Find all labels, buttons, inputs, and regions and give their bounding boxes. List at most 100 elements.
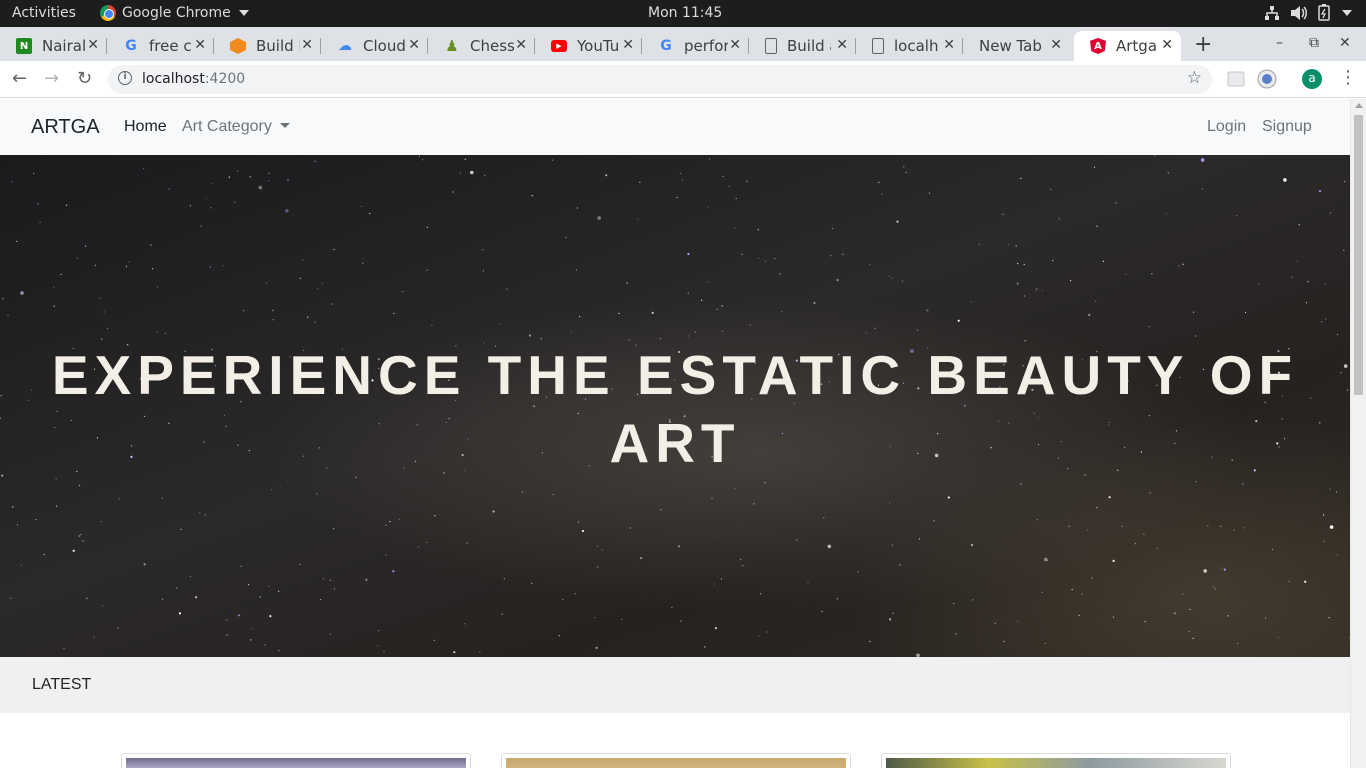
star	[316, 288, 319, 290]
star	[199, 512, 201, 514]
star	[272, 309, 274, 311]
nav-signup-link[interactable]: Signup	[1262, 118, 1312, 136]
star	[1213, 586, 1215, 588]
browser-tab[interactable]: ♟ Chess ✕	[428, 31, 535, 61]
reload-icon[interactable]: ↻	[77, 68, 92, 89]
address-bar[interactable]: i localhost:4200 ☆	[108, 65, 1212, 94]
star	[707, 281, 709, 283]
browser-tab[interactable]: ☁ Cloud ✕	[321, 31, 428, 61]
close-tab-icon[interactable]: ✕	[87, 37, 99, 53]
browser-tab[interactable]: N Nairal ✕	[0, 31, 107, 61]
star	[33, 172, 35, 175]
close-tab-icon[interactable]: ✕	[515, 37, 527, 53]
star	[1200, 158, 1205, 162]
browser-tab[interactable]: Build a ✕	[749, 31, 856, 61]
tab-title: Chess	[470, 37, 514, 55]
site-info-icon[interactable]: i	[118, 71, 132, 85]
star	[80, 534, 82, 536]
star	[757, 229, 759, 231]
browser-tab[interactable]: A Artga ✕	[1074, 31, 1181, 61]
star	[1195, 335, 1197, 337]
browser-tab[interactable]: Gperfor ✕	[642, 31, 749, 61]
star	[56, 505, 58, 507]
close-tab-icon[interactable]: ✕	[622, 37, 634, 53]
star	[1227, 615, 1229, 617]
site-brand[interactable]: ARTGA	[31, 116, 100, 139]
close-tab-icon[interactable]: ✕	[194, 37, 206, 53]
star	[484, 174, 486, 177]
star	[892, 612, 894, 614]
art-card[interactable]	[881, 753, 1231, 768]
star	[827, 544, 832, 549]
star	[1020, 177, 1022, 179]
chrome-icon	[100, 5, 116, 21]
browser-tab[interactable]: localh ✕	[856, 31, 963, 61]
restore-icon[interactable]: ⧉	[1309, 35, 1319, 51]
clock[interactable]: Mon 11:45	[648, 5, 722, 21]
star	[640, 557, 643, 560]
star	[314, 321, 316, 323]
close-tab-icon[interactable]: ✕	[836, 37, 848, 53]
browser-tab[interactable]: New Tab ✕	[963, 31, 1070, 61]
star	[574, 593, 576, 595]
forward-icon[interactable]: →	[44, 68, 59, 89]
star	[1007, 243, 1010, 245]
browser-tab[interactable]: Gfree cl ✕	[107, 31, 214, 61]
close-tab-icon[interactable]: ✕	[301, 37, 313, 53]
minimize-icon[interactable]: –	[1276, 35, 1283, 51]
extension-icon[interactable]	[1257, 69, 1277, 89]
menu-icon[interactable]: ⋮	[1339, 67, 1357, 88]
back-icon[interactable]: ←	[12, 68, 27, 89]
star	[35, 519, 37, 521]
star	[102, 605, 104, 607]
extension-icon[interactable]	[1226, 69, 1246, 89]
star	[168, 188, 170, 190]
star	[957, 319, 960, 322]
art-card[interactable]	[501, 753, 851, 768]
nav-login-link[interactable]: Login	[1207, 118, 1246, 136]
star	[329, 579, 331, 581]
art-card[interactable]	[121, 753, 471, 768]
star	[431, 324, 433, 326]
close-tab-icon[interactable]: ✕	[1050, 37, 1062, 53]
page-scrollbar[interactable]	[1350, 99, 1366, 768]
site-navbar: ARTGA Home Art Category Login Signup	[0, 99, 1350, 155]
close-tab-icon[interactable]: ✕	[408, 37, 420, 53]
star	[1203, 569, 1207, 573]
activities-button[interactable]: Activities	[12, 5, 76, 21]
star	[735, 197, 737, 200]
profile-avatar[interactable]: a	[1302, 69, 1322, 89]
star	[1102, 260, 1104, 262]
angular-icon: A	[1090, 38, 1106, 54]
scroll-up-arrow-icon[interactable]	[1355, 103, 1363, 108]
star	[1094, 300, 1097, 302]
star	[716, 308, 718, 310]
close-tab-icon[interactable]: ✕	[729, 37, 741, 53]
star	[830, 255, 832, 257]
star	[926, 309, 929, 312]
close-window-icon[interactable]: ✕	[1339, 35, 1351, 51]
star	[1343, 249, 1345, 251]
bookmark-star-icon[interactable]: ☆	[1187, 68, 1202, 88]
google-cloud-icon: ☁	[338, 38, 352, 54]
star	[774, 258, 776, 260]
url-text[interactable]: localhost:4200	[142, 71, 245, 87]
tab-title: perfor	[684, 37, 728, 55]
new-tab-button[interactable]: +	[1194, 32, 1212, 57]
star	[1325, 318, 1327, 320]
star	[531, 582, 533, 584]
close-tab-icon[interactable]: ✕	[943, 37, 955, 53]
star	[1220, 525, 1222, 527]
star	[721, 305, 723, 307]
close-tab-icon[interactable]: ✕	[1161, 37, 1173, 53]
nav-home-link[interactable]: Home	[124, 118, 167, 136]
browser-tab[interactable]: ▶ YouTu ✕	[535, 31, 642, 61]
app-menu[interactable]: Google Chrome	[100, 5, 249, 21]
system-tray[interactable]	[1264, 4, 1352, 21]
scrollbar-thumb[interactable]	[1354, 115, 1363, 395]
web-page: ARTGA Home Art Category Login Signup EXP…	[0, 99, 1350, 768]
star	[94, 264, 96, 266]
browser-tab[interactable]: Build F✕	[214, 31, 321, 61]
star	[1201, 188, 1203, 190]
nav-art-category-dropdown[interactable]: Art Category	[182, 118, 290, 136]
